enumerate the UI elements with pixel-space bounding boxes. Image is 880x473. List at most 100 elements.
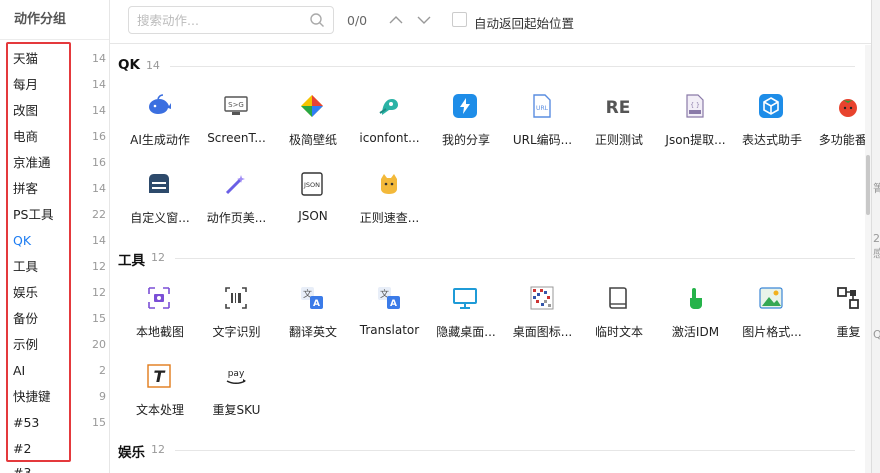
action-item[interactable]: 临时文本: [579, 285, 655, 355]
action-label: 本地截图: [135, 325, 184, 339]
group-list: 天猫 14 每月 14 改图 14 电商 16 京准通 16 拼客 14 PS工具 22 QK 14 工具 12 娱…: [0, 46, 110, 462]
url-file-icon: URL: [529, 93, 555, 119]
group-name: 天猫: [13, 51, 39, 66]
group-count: 14: [92, 104, 106, 117]
action-item[interactable]: 文 A 翻译英文: [273, 285, 349, 355]
action-item[interactable]: JSON JSON: [273, 171, 349, 241]
scroll-thumb[interactable]: [866, 155, 870, 215]
group-item[interactable]: 改图 14: [0, 98, 110, 124]
whale-icon: [146, 93, 172, 119]
auto-return-label[interactable]: 自动返回起始位置: [474, 13, 574, 32]
action-item[interactable]: AI生成动作: [120, 93, 196, 163]
translator-icon: 文A: [376, 285, 402, 311]
section-divider: [175, 450, 855, 451]
group-item[interactable]: #2: [0, 436, 110, 462]
action-toolbar: 0/0 自动返回起始位置: [110, 0, 880, 44]
action-item[interactable]: 多功能番...: [809, 93, 865, 163]
adjacent-text: 箐: [873, 180, 880, 196]
action-item[interactable]: 桌面图标...: [503, 285, 579, 355]
section-divider: [175, 258, 855, 259]
group-item[interactable]: 拼客 14: [0, 176, 110, 202]
chevron-up-icon[interactable]: [386, 10, 406, 30]
group-item[interactable]: AI 2: [0, 358, 110, 384]
action-label: 我的分享: [441, 133, 490, 147]
action-item[interactable]: iconfont...: [350, 93, 426, 163]
action-label: 自定义窗...: [130, 211, 190, 225]
tomato-icon: [835, 93, 861, 119]
action-item[interactable]: 重复: [809, 285, 866, 355]
amazon-pay-icon: pay: [223, 363, 249, 389]
action-item[interactable]: 表达式助手: [732, 93, 808, 163]
json-file-icon: { }: [682, 93, 708, 119]
hand-click-icon: [682, 285, 708, 311]
search-icon[interactable]: [309, 12, 325, 28]
action-item[interactable]: URL URL编码...: [503, 93, 579, 163]
group-count: 15: [92, 312, 106, 325]
action-item[interactable]: 本地截图: [120, 285, 196, 355]
group-name: 每月: [13, 77, 39, 92]
group-item[interactable]: #53 15: [0, 410, 110, 436]
action-item[interactable]: 自定义窗...: [120, 171, 196, 241]
group-item[interactable]: 备份 15: [0, 306, 110, 332]
action-label: 动作页美...: [206, 211, 267, 225]
book-icon: [605, 285, 631, 311]
text-t-icon: T: [146, 363, 172, 389]
action-item[interactable]: 图片格式...: [732, 285, 808, 355]
action-item[interactable]: RE 正则测试: [579, 93, 655, 163]
action-item[interactable]: 文 A Translator: [350, 285, 426, 355]
group-item[interactable]: 每月 14: [0, 72, 110, 98]
action-item[interactable]: T 文本处理: [120, 363, 196, 433]
adjacent-text: 2: [873, 232, 880, 245]
group-count: 16: [92, 156, 106, 169]
action-label: 激活IDM: [671, 325, 720, 339]
action-item[interactable]: 极简壁纸: [273, 93, 349, 163]
adjacent-text: 感: [873, 245, 880, 261]
action-label: 正则测试: [594, 133, 643, 147]
action-item[interactable]: 正则速查...: [350, 171, 426, 241]
action-item[interactable]: 激活IDM: [656, 285, 732, 355]
wallpaper-icon: [299, 93, 325, 119]
regex-icon: RE: [605, 93, 631, 119]
group-count: 14: [92, 182, 106, 195]
action-label: 图片格式...: [742, 325, 802, 339]
action-item[interactable]: pay 重复SKU: [197, 363, 273, 433]
group-item[interactable]: 快捷键 9: [0, 384, 110, 410]
group-item[interactable]: 娱乐 12: [0, 280, 110, 306]
section-header: QK 14: [110, 57, 865, 87]
group-item-cut[interactable]: #3: [13, 460, 31, 473]
group-item[interactable]: QK 14: [0, 228, 110, 254]
action-item[interactable]: 隐藏桌面...: [426, 285, 502, 355]
search-input[interactable]: [129, 7, 299, 33]
chevron-down-icon[interactable]: [414, 10, 434, 30]
action-label: Json提取...: [665, 133, 726, 147]
group-item[interactable]: 天猫 14: [0, 46, 110, 72]
translate-icon: 文A: [299, 285, 325, 311]
action-label: 临时文本: [594, 325, 643, 339]
sidebar-title: 动作分组: [0, 0, 109, 40]
grid-pattern-icon: [529, 285, 555, 311]
cat-icon: [376, 171, 402, 197]
action-label: 重复SKU: [212, 403, 261, 417]
match-count: 0/0: [347, 13, 368, 28]
group-name: #53: [13, 415, 40, 430]
action-label: JSON: [298, 209, 328, 223]
section-header: 工具 12: [110, 249, 865, 279]
action-item[interactable]: 文字识别: [197, 285, 273, 355]
auto-return-checkbox[interactable]: [452, 12, 467, 27]
action-item[interactable]: { } Json提取...: [656, 93, 732, 163]
search-box[interactable]: [128, 6, 334, 34]
group-count: 9: [99, 390, 106, 403]
nodes-icon: [835, 285, 861, 311]
action-item[interactable]: 动作页美...: [197, 171, 273, 241]
group-name: 娱乐: [13, 285, 39, 300]
group-item[interactable]: 电商 16: [0, 124, 110, 150]
group-item[interactable]: 京准通 16: [0, 150, 110, 176]
group-item[interactable]: PS工具 22: [0, 202, 110, 228]
action-label: AI生成动作: [130, 133, 190, 147]
magic-wand-icon: [223, 171, 249, 197]
svg-text:pay: pay: [227, 369, 244, 379]
group-item[interactable]: 工具 12: [0, 254, 110, 280]
group-item[interactable]: 示例 20: [0, 332, 110, 358]
action-item[interactable]: S>G ScreenT...: [197, 93, 273, 163]
action-item[interactable]: 我的分享: [426, 93, 502, 163]
